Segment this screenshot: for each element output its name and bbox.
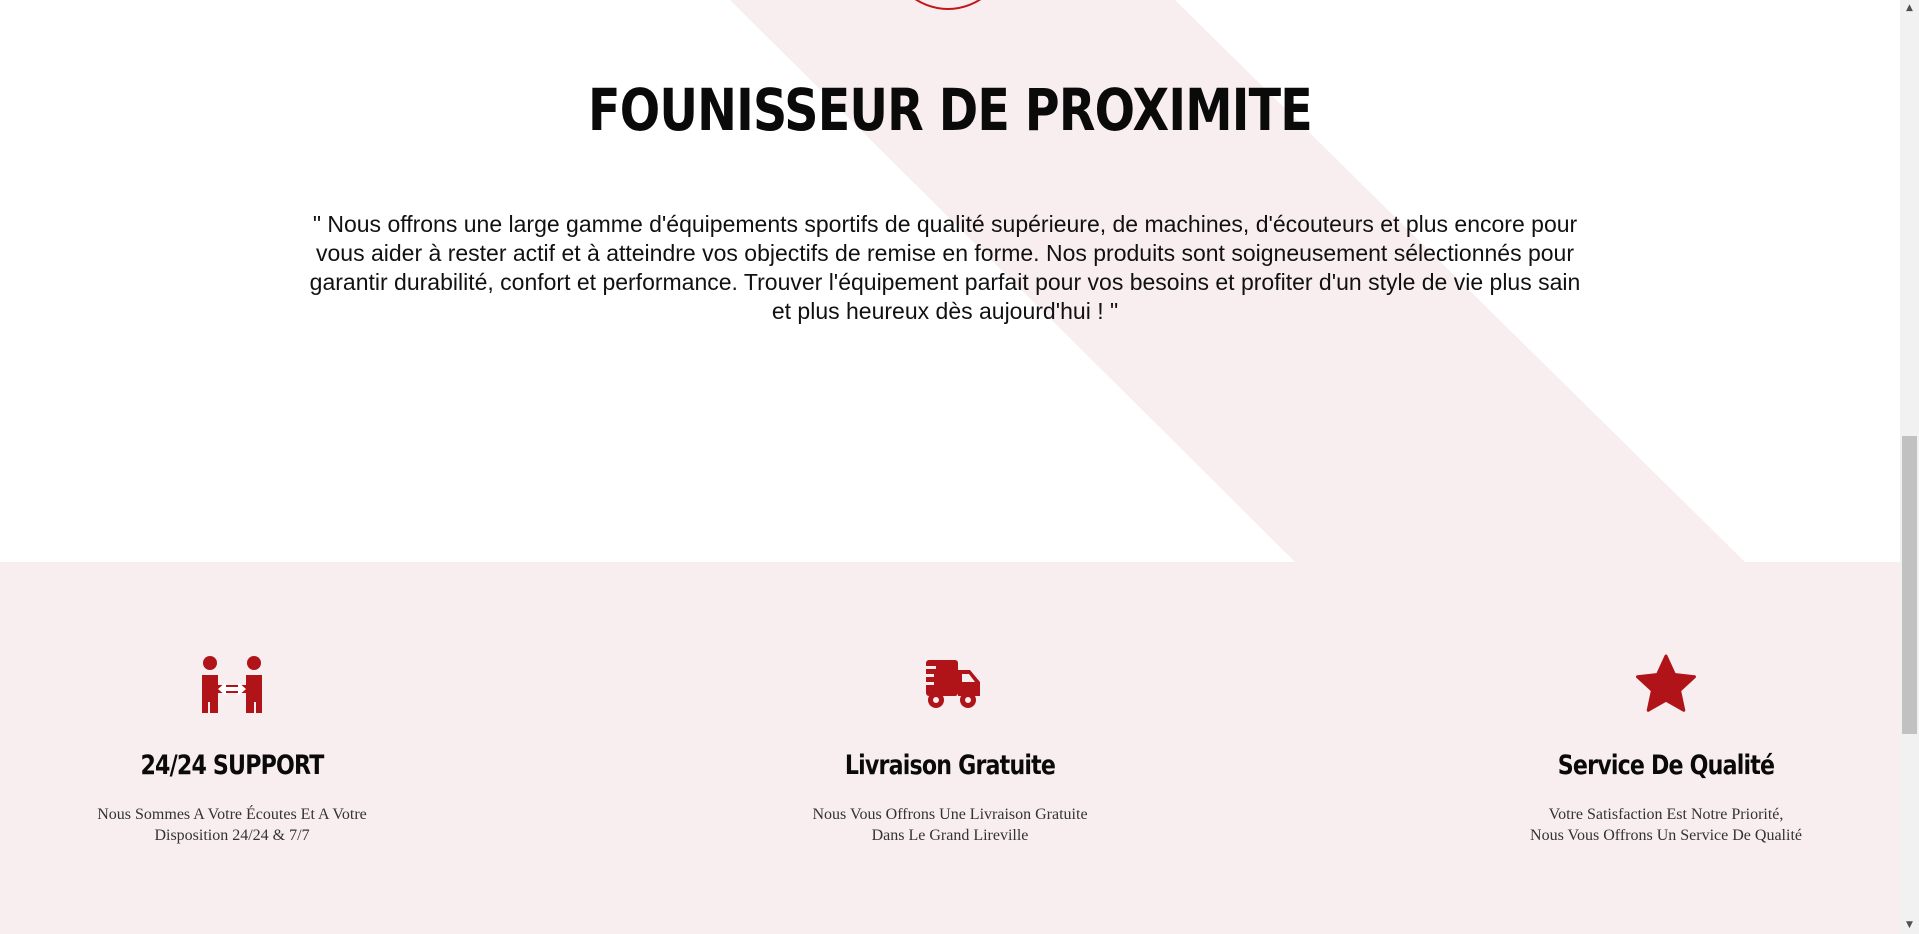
feature-title: Service De Qualité [1557, 750, 1775, 781]
scrollbar-thumb[interactable] [1902, 436, 1917, 734]
feature-description: Votre Satisfaction Est Notre Priorité, N… [1386, 804, 1900, 846]
section-title: FOUNISSEUR DE PROXIMITE [588, 76, 1313, 144]
section-description: " Nous offrons une large gamme d'équipem… [309, 211, 1581, 324]
feature-description-line: Nous Vous Offrons Un Service De Qualité [1530, 827, 1802, 844]
feature-description-line: Nous Sommes A Votre Écoutes Et A Votre [97, 806, 367, 823]
feature-description-line: Dans Le Grand Lireville [871, 827, 1029, 844]
support-people-icon [202, 656, 262, 713]
feature-quality: Service De Qualité Votre Satisfaction Es… [1386, 562, 1900, 934]
hero-section: FOUNISSEUR DE PROXIMITE " Nous offrons u… [0, 0, 1900, 562]
feature-delivery: Livraison Gratuite Nous Vous Offrons Une… [670, 562, 1230, 934]
feature-description: Nous Sommes A Votre Écoutes Et A Votre D… [0, 804, 512, 846]
feature-title: Livraison Gratuite [844, 750, 1056, 781]
scroll-down-arrow-icon[interactable]: ▼ [1900, 917, 1919, 934]
feature-description-line: Disposition 24/24 & 7/7 [154, 827, 310, 844]
features-section: 24/24 SUPPORT Nous Sommes A Votre Écoute… [0, 562, 1900, 934]
star-icon [1636, 654, 1696, 712]
scroll-up-arrow-icon[interactable]: ▲ [1900, 0, 1919, 17]
feature-description-line: Votre Satisfaction Est Notre Priorité, [1548, 806, 1784, 823]
feature-description: Nous Vous Offrons Une Livraison Gratuite… [670, 804, 1230, 846]
vertical-scrollbar[interactable]: ▲ ▼ [1900, 0, 1919, 934]
feature-support: 24/24 SUPPORT Nous Sommes A Votre Écoute… [0, 562, 512, 934]
feature-description-line: Nous Vous Offrons Une Livraison Gratuite [812, 806, 1088, 823]
delivery-truck-icon [918, 660, 980, 708]
feature-title: 24/24 SUPPORT [140, 750, 324, 781]
page: FOUNISSEUR DE PROXIMITE " Nous offrons u… [0, 0, 1900, 934]
